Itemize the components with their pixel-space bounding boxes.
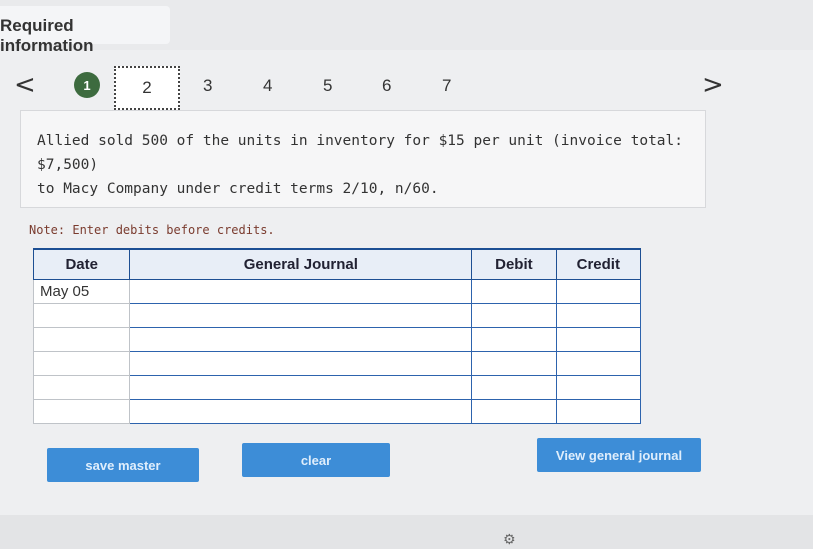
debit-input[interactable] — [471, 302, 557, 328]
table-row — [32, 398, 642, 424]
clear-button[interactable]: clear — [242, 443, 390, 477]
credit-input[interactable] — [555, 350, 642, 376]
account-input[interactable] — [129, 278, 473, 304]
view-general-journal-button[interactable]: View general journal — [537, 438, 701, 472]
chevron-right-icon[interactable]: > — [702, 70, 724, 100]
bottom-bar — [0, 515, 813, 549]
date-cell — [32, 326, 131, 352]
debit-input[interactable] — [471, 278, 557, 304]
account-input[interactable] — [129, 398, 473, 424]
step-3-button[interactable]: 3 — [203, 76, 212, 96]
debit-input[interactable] — [471, 398, 557, 424]
table-row — [32, 350, 642, 376]
credit-input[interactable] — [555, 398, 642, 424]
debit-input[interactable] — [471, 350, 557, 376]
debit-input[interactable] — [471, 374, 557, 400]
debit-input[interactable] — [471, 326, 557, 352]
question-line-2: to Macy Company under credit terms 2/10,… — [37, 181, 439, 197]
table-header-row: Date General Journal Debit Credit — [32, 248, 642, 280]
account-input[interactable] — [129, 374, 473, 400]
account-input[interactable] — [129, 326, 473, 352]
credit-input[interactable] — [555, 326, 642, 352]
credit-input[interactable] — [555, 302, 642, 328]
credit-input[interactable] — [555, 374, 642, 400]
required-information-title: Required information — [0, 16, 94, 55]
account-input[interactable] — [129, 302, 473, 328]
step-1-button[interactable]: 1 — [74, 72, 100, 98]
instruction-note: Note: Enter debits before credits. — [29, 223, 275, 237]
link-icon[interactable]: ⚙ — [503, 532, 516, 548]
question-text-box: Allied sold 500 of the units in inventor… — [20, 110, 706, 208]
required-information-tab[interactable]: Required information — [0, 6, 170, 55]
date-cell — [32, 350, 131, 376]
debit-column-header: Debit — [471, 248, 557, 280]
table-row: May 05 — [32, 278, 642, 304]
date-cell — [32, 374, 131, 400]
step-6-button[interactable]: 6 — [382, 76, 391, 96]
step-5-button[interactable]: 5 — [323, 76, 332, 96]
general-journal-table: Date General Journal Debit Credit May 05 — [32, 248, 642, 424]
credit-column-header: Credit — [555, 248, 642, 280]
date-cell — [32, 398, 131, 424]
step-7-button[interactable]: 7 — [442, 76, 451, 96]
credit-input[interactable] — [555, 278, 642, 304]
step-navigation: < 1 2 3 4 5 6 7 > — [0, 62, 813, 110]
step-2-button[interactable]: 2 — [114, 66, 180, 110]
date-cell: May 05 — [32, 278, 131, 304]
table-row — [32, 374, 642, 400]
date-column-header: Date — [32, 248, 131, 280]
table-row — [32, 326, 642, 352]
general-journal-column-header: General Journal — [129, 248, 473, 280]
account-input[interactable] — [129, 350, 473, 376]
table-row — [32, 302, 642, 328]
save-master-button[interactable]: save master — [47, 448, 199, 482]
date-cell — [32, 302, 131, 328]
question-line-1: Allied sold 500 of the units in inventor… — [37, 133, 684, 173]
chevron-left-icon[interactable]: < — [14, 70, 36, 100]
step-4-button[interactable]: 4 — [263, 76, 272, 96]
